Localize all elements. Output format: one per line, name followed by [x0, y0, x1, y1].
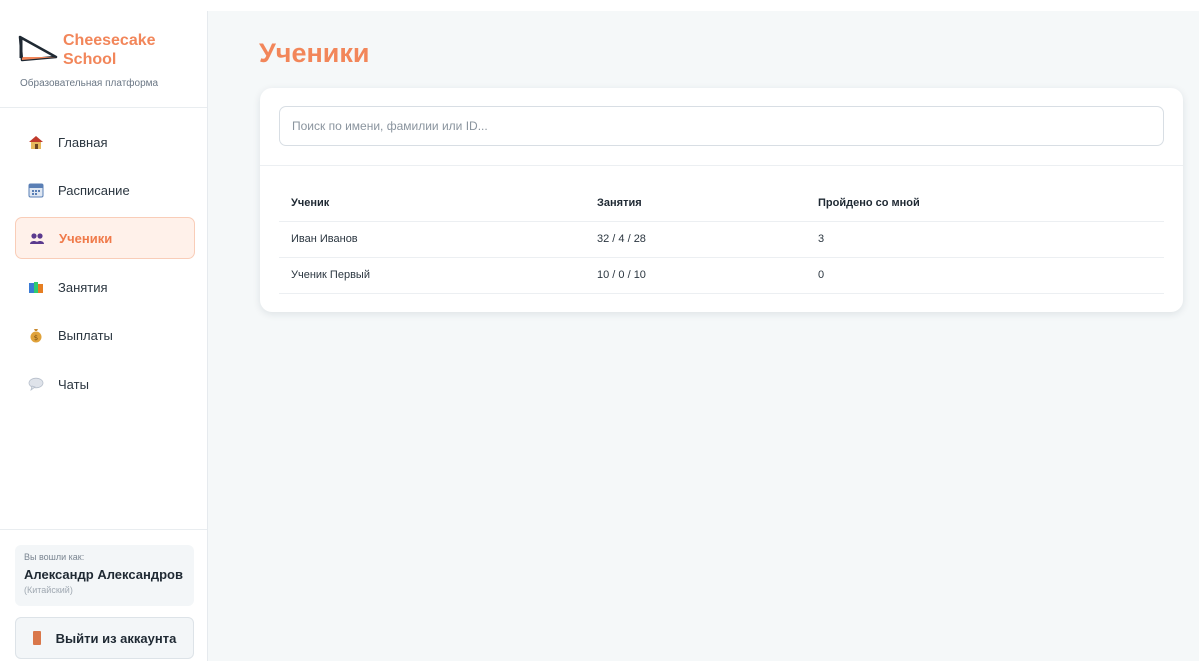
svg-text:$: $: [34, 334, 38, 342]
sidebar-item-lessons[interactable]: Занятия: [15, 266, 195, 308]
table-header-row: Ученик Занятия Пройдено со мной: [279, 186, 1164, 222]
main-content: Ученики Ученик Занятия Пройдено со мной …: [208, 11, 1199, 661]
app-window: Cheesecake School Образовательная платфо…: [0, 0, 1199, 661]
students-card: Ученик Занятия Пройдено со мной Иван Ива…: [260, 88, 1183, 312]
user-card: Вы вошли как: Александр Александров (Кит…: [15, 545, 194, 606]
sidebar-item-label: Расписание: [58, 182, 130, 198]
cell-student-name: Ученик Первый: [279, 257, 585, 294]
cell-lessons: 32 / 4 / 28: [585, 221, 806, 258]
sidebar-item-payouts[interactable]: $ Выплаты: [15, 314, 195, 356]
column-header-lessons[interactable]: Занятия: [585, 186, 806, 222]
cell-student-name: Иван Иванов: [279, 221, 585, 258]
students-table: Ученик Занятия Пройдено со мной Иван Ива…: [279, 186, 1164, 294]
user-language: (Китайский): [24, 585, 73, 595]
sidebar-item-label: Главная: [58, 134, 108, 150]
door-icon: [32, 631, 41, 645]
sidebar-footer: Вы вошли как: Александр Александров (Кит…: [0, 529, 207, 661]
sidebar-item-label: Ученики: [59, 230, 113, 246]
sidebar-item-schedule[interactable]: Расписание: [15, 169, 195, 211]
table-row[interactable]: Ученик Первый 10 / 0 / 10 0: [279, 257, 1164, 294]
brand-header[interactable]: Cheesecake School Образовательная платфо…: [0, 11, 207, 108]
chat-icon: [28, 376, 44, 392]
sidebar-item-label: Чаты: [58, 376, 89, 392]
sidebar-item-chats[interactable]: Чаты: [15, 363, 195, 405]
calendar-icon: [28, 182, 44, 198]
brand-name: Cheesecake School: [63, 32, 156, 68]
search-input[interactable]: [279, 106, 1164, 146]
brand-subtitle: Образовательная платформа: [20, 78, 159, 89]
top-strip: [0, 0, 1199, 11]
money-bag-icon: $: [28, 327, 44, 343]
sidebar-item-students[interactable]: Ученики: [15, 217, 195, 259]
cell-completed: 0: [806, 257, 1164, 294]
home-icon: [28, 134, 44, 150]
logged-in-label: Вы вошли как:: [24, 552, 85, 562]
column-header-completed[interactable]: Пройдено со мной: [806, 186, 1164, 222]
books-icon: [28, 279, 44, 295]
page-title: Ученики: [259, 38, 370, 68]
user-name: Александр Александров: [24, 567, 183, 582]
logout-label: Выйти из аккаунта: [55, 630, 177, 646]
sidebar-item-label: Занятия: [58, 279, 108, 295]
cell-completed: 3: [806, 221, 1164, 258]
table-row[interactable]: Иван Иванов 32 / 4 / 28 3: [279, 221, 1164, 258]
users-icon: [29, 230, 45, 246]
cell-lessons: 10 / 0 / 10: [585, 257, 806, 294]
sidebar-item-label: Выплаты: [58, 327, 113, 343]
cheesecake-logo-icon: [16, 33, 60, 63]
sidebar: Cheesecake School Образовательная платфо…: [0, 11, 208, 661]
logout-button[interactable]: Выйти из аккаунта: [15, 617, 194, 659]
sidebar-item-home[interactable]: Главная: [15, 121, 195, 163]
search-bar: [260, 88, 1183, 166]
column-header-student[interactable]: Ученик: [279, 186, 585, 222]
